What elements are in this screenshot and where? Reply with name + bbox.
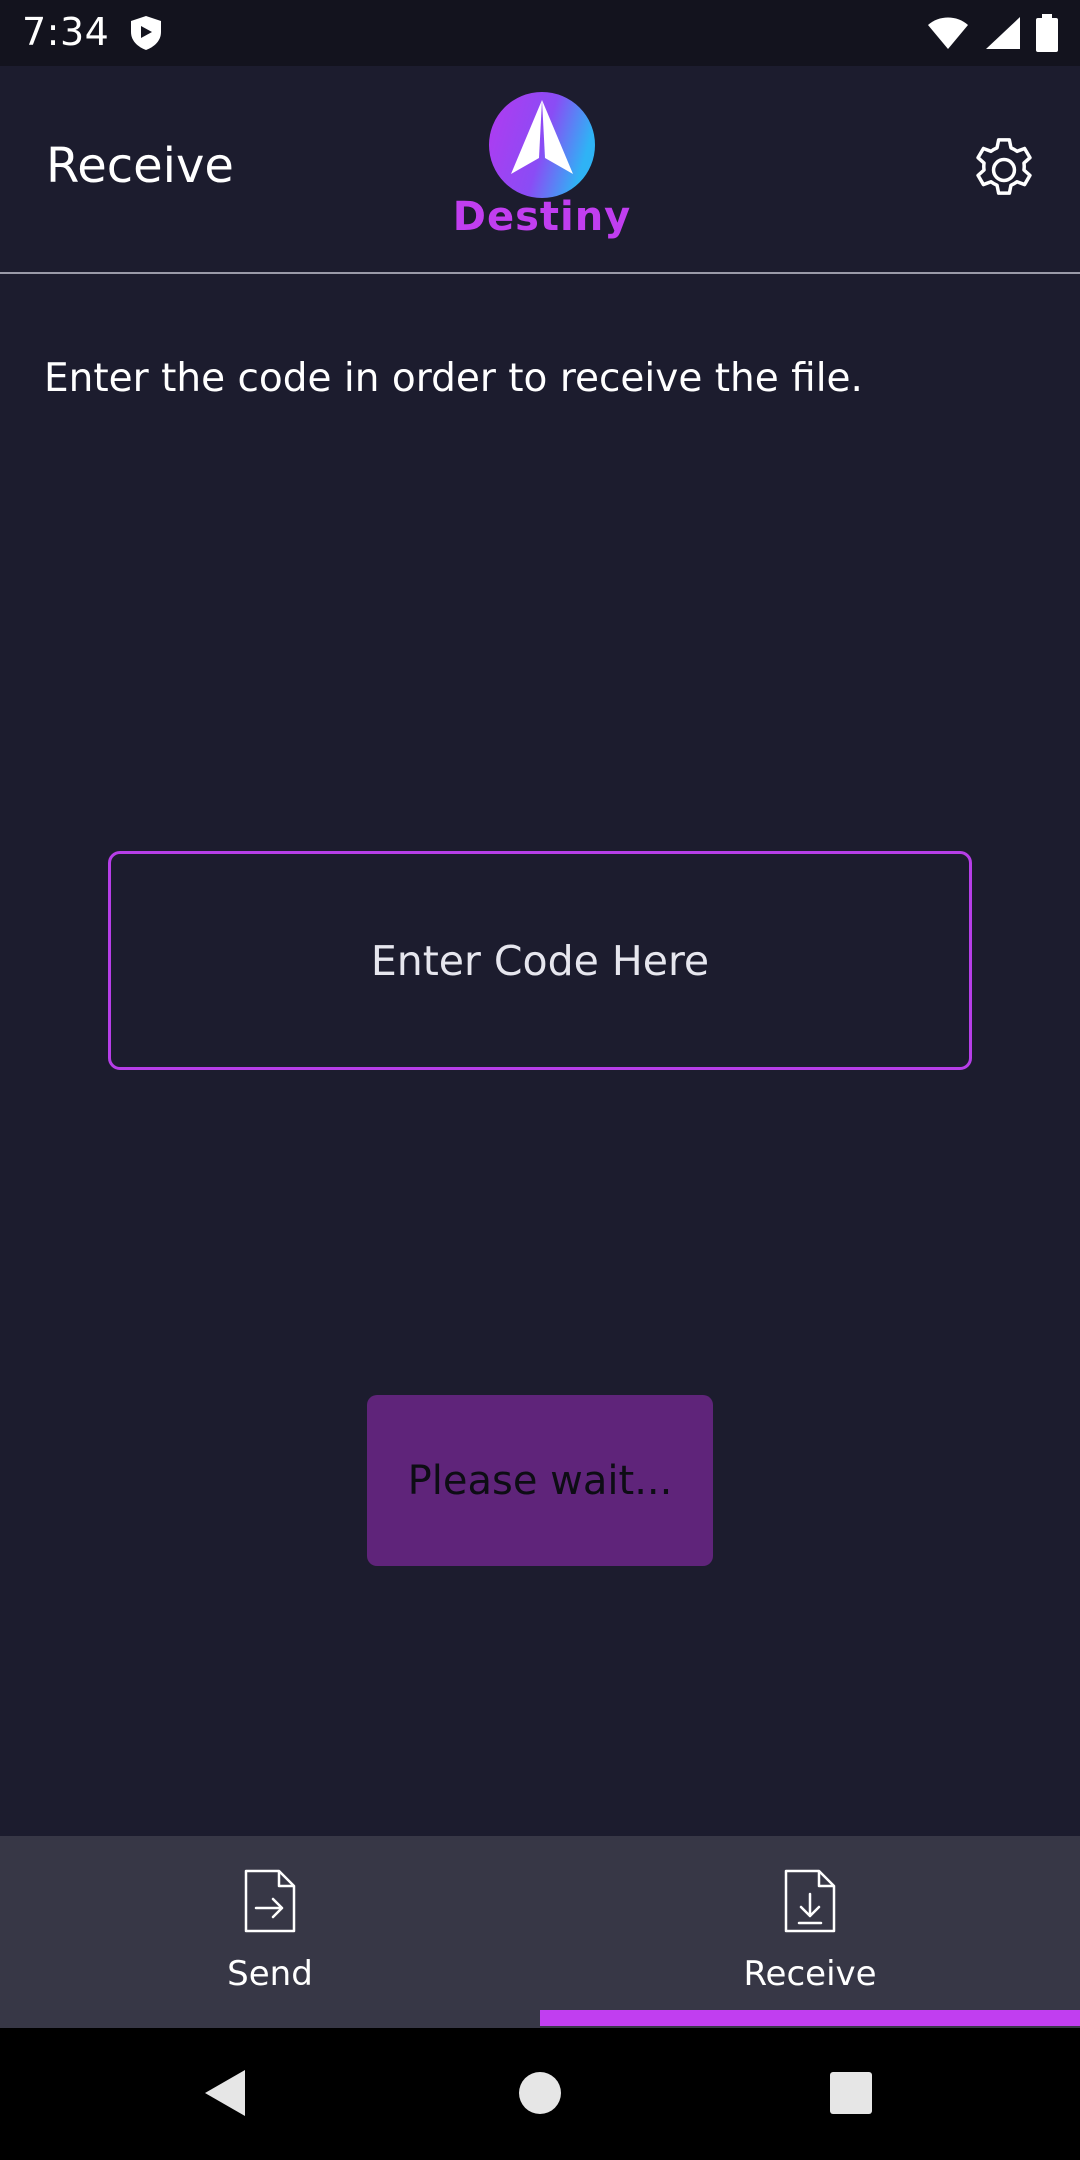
bottom-nav: Send Receive [0, 1836, 1080, 2028]
page-title: Receive [46, 138, 234, 194]
file-receive-icon [783, 1868, 837, 1938]
app-logo: Destiny [447, 90, 637, 260]
settings-button[interactable] [966, 132, 1042, 208]
logo-text: Destiny [452, 194, 632, 240]
status-bar: 7:34 [0, 0, 1080, 66]
please-wait-button[interactable]: Please wait... [367, 1395, 713, 1566]
recents-icon[interactable] [829, 2068, 873, 2122]
tab-send-label: Send [227, 1954, 313, 1994]
file-send-icon [243, 1868, 297, 1938]
tab-receive[interactable]: Receive [540, 1836, 1080, 2028]
tab-receive-label: Receive [743, 1954, 877, 1994]
back-icon[interactable] [203, 2068, 247, 2122]
system-nav-bar [0, 2028, 1080, 2160]
code-input[interactable] [108, 851, 972, 1070]
tab-send[interactable]: Send [0, 1836, 540, 2028]
status-time: 7:34 [22, 10, 110, 54]
gear-icon [976, 138, 1032, 195]
instruction-text: Enter the code in order to receive the f… [44, 356, 863, 401]
status-icons [926, 14, 1058, 56]
logo-rocket-icon [489, 92, 595, 198]
selected-tab-indicator [540, 2010, 1080, 2026]
app-bar: Receive Destiny [0, 66, 1080, 274]
battery-icon [1036, 14, 1058, 56]
signal-icon [984, 15, 1022, 55]
shield-icon [128, 14, 164, 56]
home-icon[interactable] [518, 2068, 562, 2122]
wifi-icon [926, 15, 970, 55]
